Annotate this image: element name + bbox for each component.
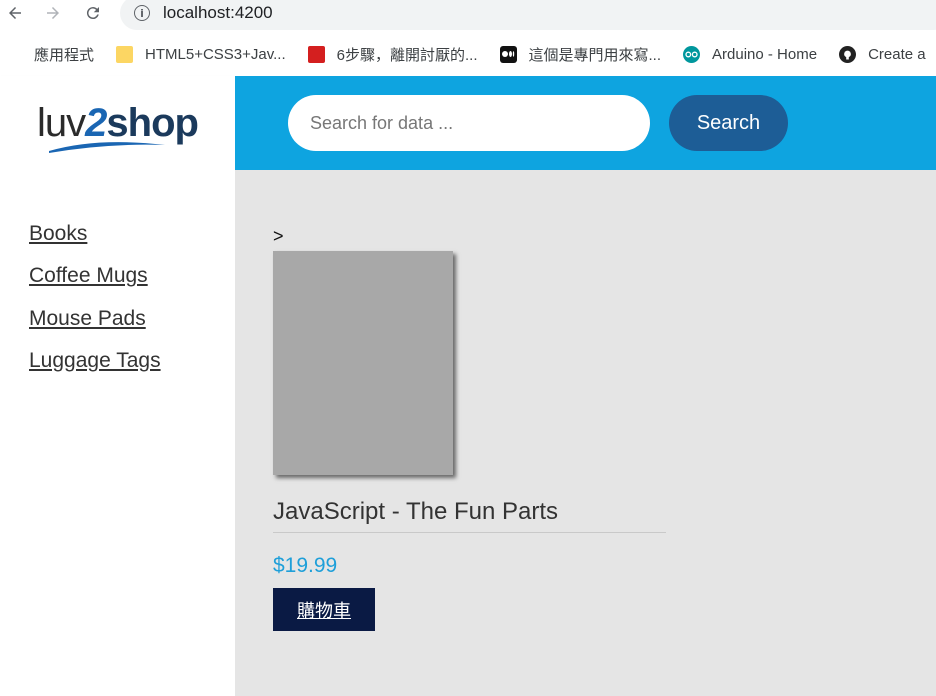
bookmark-github[interactable]: Create a (839, 45, 926, 63)
github-icon (839, 45, 857, 63)
product-list-area: > JavaScript - The Fun Parts $19.99 購物車 (235, 170, 936, 696)
bookmarks-bar: 應用程式 HTML5+CSS3+Jav... 6步驟，離開討厭的... 這個是專… (0, 40, 936, 68)
logo-area: luv2shop (0, 76, 235, 170)
category-sidebar: Books Coffee Mugs Mouse Pads Luggage Tag… (0, 170, 235, 696)
sidebar-item-books[interactable]: Books (29, 222, 87, 246)
product-price: $19.99 (273, 554, 338, 577)
browser-nav-row: i localhost:4200 (0, 0, 936, 30)
bookmark-6steps[interactable]: 6步驟，離開討厭的... (307, 44, 478, 65)
sidebar-item-coffee-mugs[interactable]: Coffee Mugs (29, 264, 148, 288)
product-image[interactable] (273, 251, 453, 475)
bookmark-arduino[interactable]: Arduino - Home (683, 45, 818, 63)
reload-icon[interactable] (82, 2, 104, 24)
bookmark-label: 這個是專門用來寫... (528, 46, 662, 64)
bookmark-html5[interactable]: HTML5+CSS3+Jav... (116, 45, 286, 63)
forward-arrow-icon[interactable] (42, 2, 64, 24)
sidebar-item-luggage-tags[interactable]: Luggage Tags (29, 349, 161, 373)
logo-swoosh-icon (49, 141, 166, 153)
site-info-icon[interactable]: i (134, 5, 150, 21)
site-icon-red (307, 45, 325, 63)
search-header: Search (235, 76, 936, 170)
divider (273, 532, 666, 533)
medium-icon (499, 45, 517, 63)
bookmark-label: 應用程式 (34, 46, 95, 64)
back-arrow-icon[interactable] (4, 2, 26, 24)
search-button[interactable]: Search (669, 95, 788, 151)
bookmark-label: Create a (868, 45, 926, 63)
arduino-icon (683, 45, 701, 63)
product-title[interactable]: JavaScript - The Fun Parts (273, 498, 558, 526)
browser-chrome: i localhost:4200 應用程式 HTML5+CSS3+Jav... … (0, 0, 936, 76)
url-text: localhost:4200 (163, 3, 273, 22)
apps-grid-icon (5, 46, 22, 63)
bookmark-label: Arduino - Home (712, 45, 818, 63)
bookmark-label: 6步驟，離開討厭的... (336, 46, 478, 64)
folder-icon (116, 45, 134, 63)
add-to-cart-button[interactable]: 購物車 (273, 588, 375, 631)
bookmark-label: HTML5+CSS3+Jav... (145, 45, 286, 63)
luv2shop-logo[interactable]: luv2shop (37, 101, 199, 153)
bookmark-apps[interactable]: 應用程式 (5, 44, 94, 65)
search-input[interactable] (288, 95, 650, 151)
stray-text: > (273, 226, 284, 246)
sidebar-item-mouse-pads[interactable]: Mouse Pads (29, 307, 146, 331)
bookmark-medium[interactable]: 這個是專門用來寫... (499, 44, 662, 65)
address-bar[interactable]: i localhost:4200 (120, 0, 936, 30)
